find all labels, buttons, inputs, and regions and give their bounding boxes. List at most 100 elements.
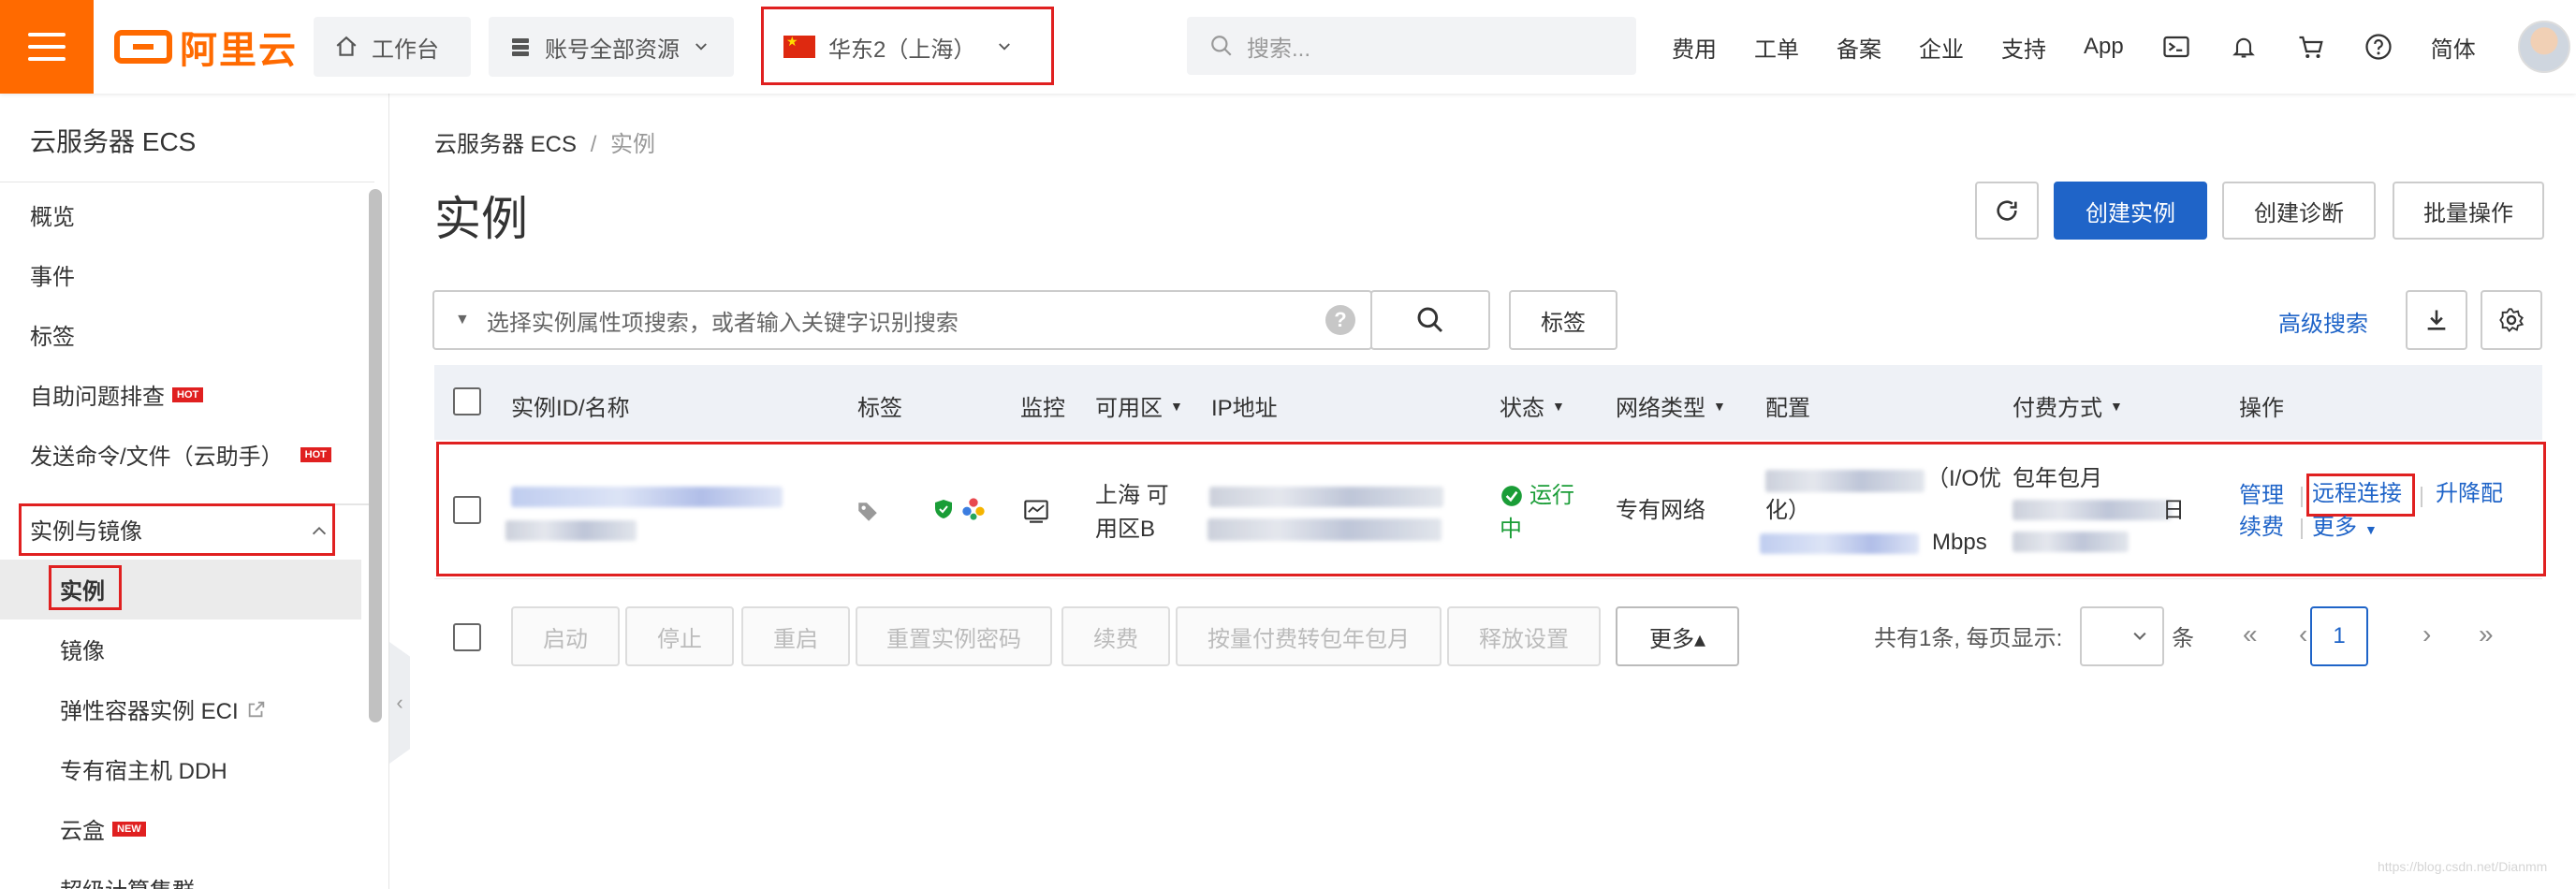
tag-filter-button[interactable]: 标签 <box>1509 290 1617 350</box>
column-header-zone[interactable]: 可用区 ▼ <box>1095 389 1183 422</box>
more-actions-dropdown[interactable]: 更多 ▼ <box>2312 511 2378 547</box>
status-text: 中 <box>1500 517 1522 542</box>
row-checkbox[interactable] <box>453 496 481 524</box>
security-shield-icon[interactable] <box>932 496 955 522</box>
sidebar-item-troubleshoot[interactable]: 自助问题排查 HOT <box>30 378 204 411</box>
user-avatar[interactable] <box>2518 21 2570 73</box>
renew-link[interactable]: 续费 <box>2239 511 2284 545</box>
column-header-network[interactable]: 网络类型 ▼ <box>1616 389 1726 422</box>
instance-filter-input[interactable]: ▼ 选择实例属性项搜索，或者输入关键字识别搜索 <box>432 290 1372 350</box>
renew-button[interactable]: 续费 <box>1061 606 1170 666</box>
server-icon <box>512 38 529 56</box>
select-all-checkbox[interactable] <box>453 387 481 415</box>
watermark: https://blog.csdn.net/Dianmm <box>2378 859 2548 874</box>
nav-link-icp[interactable]: 备案 <box>1837 31 1881 64</box>
first-page-icon[interactable]: « <box>2243 619 2258 649</box>
nav-link-app[interactable]: App <box>2084 34 2124 60</box>
last-page-icon[interactable]: » <box>2479 619 2494 649</box>
resource-scope-dropdown[interactable]: 账号全部资源 <box>489 17 734 77</box>
column-header-billing[interactable]: 付费方式 ▼ <box>2012 389 2123 422</box>
terminal-icon[interactable] <box>2161 32 2191 62</box>
convert-billing-button[interactable]: 按量付费转包年包月 <box>1176 606 1442 666</box>
chevron-down-icon <box>2133 632 2146 640</box>
more-actions-label: 更多 <box>2312 515 2357 540</box>
expiry-date-redacted <box>2012 500 2172 520</box>
manage-link[interactable]: 管理 <box>2239 479 2284 513</box>
monitor-chart-icon[interactable] <box>1022 498 1050 524</box>
sidebar-item-ddh[interactable]: 专有宿主机 DDH <box>60 752 227 785</box>
check-circle-icon <box>1501 486 1522 506</box>
create-diagnosis-button[interactable]: 创建诊断 <box>2222 182 2376 240</box>
column-header-label: 配置 <box>1765 396 1810 421</box>
column-header-label: IP地址 <box>1211 396 1278 421</box>
config-bandwidth-unit: Mbps <box>1932 530 1987 555</box>
nav-link-support[interactable]: 支持 <box>2001 31 2046 64</box>
more-batch-actions-button[interactable]: 更多▴ <box>1616 606 1739 666</box>
column-header-label: 操作 <box>2239 396 2284 421</box>
sidebar-item-cloudbox[interactable]: 云盒 NEW <box>60 812 146 845</box>
table-settings-button[interactable] <box>2481 290 2542 350</box>
tag-icon[interactable] <box>856 500 880 524</box>
export-button[interactable] <box>2406 290 2467 350</box>
nav-link-billing[interactable]: 费用 <box>1672 31 1717 64</box>
gear-icon <box>2499 308 2525 333</box>
nav-link-tickets[interactable]: 工单 <box>1754 31 1799 64</box>
prev-page-icon[interactable]: ‹ <box>2299 619 2307 649</box>
private-ip-redacted <box>1208 518 1442 541</box>
resize-link[interactable]: 升降配 <box>2436 477 2503 511</box>
create-instance-button[interactable]: 创建实例 <box>2054 182 2207 240</box>
filter-help-icon[interactable]: ? <box>1325 305 1355 335</box>
column-header-label: 可用区 <box>1095 396 1163 421</box>
page-size-select[interactable] <box>2080 606 2164 666</box>
restart-button[interactable]: 重启 <box>741 606 850 666</box>
hamburger-menu-button[interactable] <box>0 0 94 94</box>
nav-link-enterprise[interactable]: 企业 <box>1919 31 1964 64</box>
sidebar-scrollbar[interactable] <box>369 189 382 722</box>
filter-placeholder: 选择实例属性项搜索，或者输入关键字识别搜索 <box>486 310 959 336</box>
config-io-optimized-tail: 化） <box>1765 498 1810 523</box>
current-page-button[interactable]: 1 <box>2310 606 2368 666</box>
sidebar-item-eci[interactable]: 弹性容器实例 ECI <box>60 692 267 725</box>
sidebar-item-images[interactable]: 镜像 <box>60 633 105 665</box>
next-page-icon[interactable]: › <box>2422 619 2431 649</box>
sidebar-item-events[interactable]: 事件 <box>30 258 75 291</box>
new-badge: NEW <box>112 821 146 837</box>
sidebar-item-label: 云盒 <box>60 819 105 844</box>
sidebar-item-cloud-assistant[interactable]: 发送命令/文件（云助手） HOT <box>30 438 331 471</box>
aliyun-logo[interactable]: 阿里云 <box>114 24 298 71</box>
column-header-status[interactable]: 状态 ▼ <box>1500 389 1565 422</box>
workbench-label: 工作台 <box>372 36 439 63</box>
sort-caret-icon: ▼ <box>1170 398 1183 414</box>
page-title: 实例 <box>434 193 528 245</box>
help-icon[interactable] <box>2364 32 2393 62</box>
instance-name-redacted <box>505 520 637 541</box>
batch-operations-button[interactable]: 批量操作 <box>2393 182 2544 240</box>
cloud-assistant-icon[interactable] <box>960 496 987 522</box>
sidebar: 云服务器 ECS 概览 事件 标签 自助问题排查 HOT 发送命令/文件（云助手）… <box>0 94 389 889</box>
reset-password-button[interactable]: 重置实例密码 <box>856 606 1052 666</box>
refresh-button[interactable] <box>1975 182 2039 240</box>
workbench-button[interactable]: 工作台 <box>314 17 471 77</box>
download-icon <box>2427 310 2446 330</box>
breadcrumb-root[interactable]: 云服务器 ECS <box>434 132 577 157</box>
advanced-search-link[interactable]: 高级搜索 <box>2278 305 2368 338</box>
column-header-label: 监控 <box>1020 396 1065 421</box>
sidebar-item-super-computing[interactable]: 超级计算集群 <box>60 872 195 889</box>
footer-select-all-checkbox[interactable] <box>453 623 481 651</box>
cart-icon[interactable] <box>2296 32 2326 62</box>
sidebar-collapse-handle[interactable]: ‹ <box>389 642 410 764</box>
filter-search-button[interactable] <box>1370 290 1490 350</box>
stop-button[interactable]: 停止 <box>625 606 734 666</box>
global-search-input[interactable]: 搜索... <box>1187 17 1636 75</box>
sidebar-item-overview[interactable]: 概览 <box>30 198 75 231</box>
resource-scope-label: 账号全部资源 <box>545 36 680 63</box>
start-button[interactable]: 启动 <box>511 606 620 666</box>
instance-id-redacted[interactable] <box>511 487 783 507</box>
release-settings-button[interactable]: 释放设置 <box>1447 606 1601 666</box>
hot-badge: HOT <box>172 386 204 402</box>
language-switch[interactable]: 简体 <box>2431 31 2476 64</box>
sidebar-item-tags[interactable]: 标签 <box>30 318 75 351</box>
column-header-actions: 操作 <box>2239 389 2284 422</box>
filter-dropdown-caret-icon[interactable]: ▼ <box>455 312 470 328</box>
bell-icon[interactable] <box>2229 32 2259 62</box>
